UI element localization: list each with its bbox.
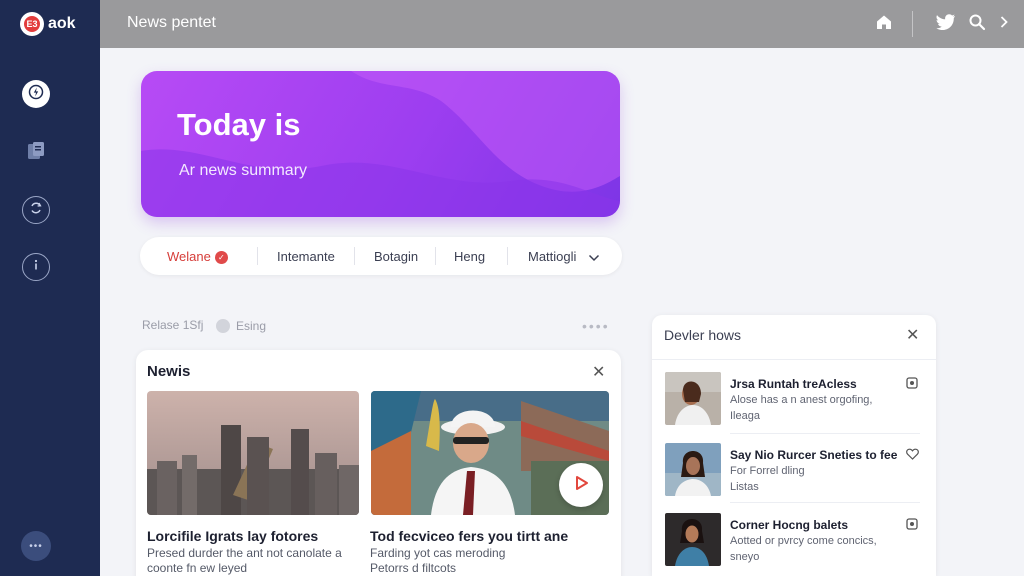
news-card-title: Newis bbox=[147, 363, 191, 380]
close-icon[interactable]: ✕ bbox=[592, 362, 605, 382]
bookmark-icon[interactable] bbox=[905, 517, 919, 531]
list-item[interactable]: Jrsa Runtah treAcless Alose has a n anes… bbox=[665, 372, 923, 428]
release-label: Relase 1Sfj bbox=[142, 318, 204, 332]
info-icon bbox=[29, 258, 43, 277]
sidebar-item-articles[interactable] bbox=[22, 139, 50, 167]
user-avatar-button[interactable]: ••• bbox=[21, 531, 51, 561]
brand-logo: E3 bbox=[20, 12, 44, 36]
top-bar: News pentet bbox=[100, 0, 1024, 48]
page-title: News pentet bbox=[127, 14, 216, 31]
home-button[interactable] bbox=[874, 14, 894, 34]
list-item-text: Listas bbox=[730, 481, 759, 493]
toolbar-divider bbox=[912, 11, 913, 37]
tab-divider bbox=[257, 247, 258, 265]
panel-title: Devler hows bbox=[664, 327, 742, 343]
tab-label: Mattiogli bbox=[528, 249, 577, 264]
article-title[interactable]: Tod fecviceo fers you tirtt ane bbox=[370, 528, 568, 544]
hero-banner[interactable]: Today is Ar news summary bbox=[141, 71, 620, 217]
article-thumbnail-city[interactable] bbox=[147, 391, 359, 515]
city-skyline-image bbox=[147, 391, 359, 515]
heart-icon[interactable] bbox=[905, 447, 919, 461]
list-divider bbox=[730, 502, 920, 503]
search-icon bbox=[968, 13, 986, 36]
list-item-title: Say Nio Rurcer Sneties to fee bbox=[730, 448, 898, 462]
side-news-panel: Devler hows ✕ Jrsa Runtah treAcless Alos… bbox=[652, 315, 936, 576]
more-icon: ••• bbox=[29, 540, 43, 552]
home-icon bbox=[875, 13, 893, 36]
list-item[interactable]: Corner Hocng balets Aotted or pvrcy come… bbox=[665, 513, 923, 569]
sidebar-item-info[interactable] bbox=[22, 253, 50, 281]
article-thumbnail-video[interactable] bbox=[371, 391, 609, 515]
sidebar-item-sources[interactable] bbox=[22, 196, 50, 224]
sidebar: E3 aok ••• bbox=[0, 0, 100, 576]
status-dot-icon bbox=[216, 319, 230, 333]
bolt-icon bbox=[28, 84, 44, 105]
tab-divider bbox=[435, 247, 436, 265]
list-item-text: Ileaga bbox=[730, 410, 760, 422]
news-card: Newis ✕ Lorcifile Igrats lay fotores Pre… bbox=[136, 350, 621, 576]
brand-logo-text: E3 bbox=[24, 16, 40, 32]
hero-title: Today is bbox=[177, 107, 301, 142]
list-item-title: Jrsa Runtah treAcless bbox=[730, 377, 857, 391]
chevron-right-icon bbox=[999, 15, 1009, 34]
tab-divider bbox=[507, 247, 508, 265]
tab-botagin[interactable]: Botagin bbox=[374, 249, 418, 264]
check-badge-icon: ✓ bbox=[214, 251, 228, 265]
next-button[interactable] bbox=[994, 14, 1014, 34]
brand-name: aok bbox=[48, 15, 76, 32]
play-icon bbox=[572, 474, 590, 497]
list-item-text: sneyo bbox=[730, 551, 760, 563]
play-button[interactable] bbox=[559, 463, 603, 507]
list-item[interactable]: Say Nio Rurcer Sneties to fee For Forrel… bbox=[665, 443, 923, 499]
tab-divider bbox=[354, 247, 355, 265]
twitter-button[interactable] bbox=[936, 13, 956, 36]
close-icon[interactable]: ✕ bbox=[906, 325, 919, 345]
list-divider bbox=[730, 433, 920, 434]
article-title[interactable]: Lorcifile Igrats lay fotores bbox=[147, 528, 318, 544]
search-button[interactable] bbox=[967, 14, 987, 34]
status-label: Esing bbox=[236, 319, 267, 333]
category-tabs: Welane ✓ Intemante Botagin Heng Mattiogli bbox=[140, 237, 622, 275]
list-item-thumbnail bbox=[665, 443, 721, 496]
list-item-text: Alose has a n anest orgofing, bbox=[730, 394, 873, 406]
article-summary: Farding yot cas meroding bbox=[370, 546, 506, 560]
sync-icon bbox=[29, 201, 43, 220]
hero-subtitle: Ar news summary bbox=[179, 162, 308, 179]
list-item-thumbnail bbox=[665, 513, 721, 566]
list-item-title: Corner Hocng balets bbox=[730, 518, 849, 532]
list-item-text: Aotted or pvrcy come concics, bbox=[730, 535, 877, 547]
hero-waves-graphic bbox=[141, 71, 620, 217]
more-options-icon[interactable]: •••• bbox=[582, 318, 610, 334]
tab-intemante[interactable]: Intemante bbox=[277, 249, 335, 264]
list-item-thumbnail bbox=[665, 372, 721, 425]
tab-welane[interactable]: Welane ✓ bbox=[167, 249, 228, 265]
list-item-text: For Forrel dling bbox=[730, 465, 805, 477]
tab-heng[interactable]: Heng bbox=[454, 249, 485, 264]
document-icon bbox=[25, 140, 47, 167]
twitter-icon bbox=[936, 13, 956, 36]
sidebar-item-dashboard[interactable] bbox=[22, 80, 50, 108]
brand[interactable]: E3 aok bbox=[0, 0, 100, 48]
tab-label: Welane bbox=[167, 249, 211, 264]
article-summary: Petorrs d filtcots bbox=[370, 561, 457, 575]
panel-divider bbox=[652, 359, 936, 360]
chevron-down-icon bbox=[588, 250, 600, 265]
article-summary: coonte fn ew leyed bbox=[147, 561, 248, 575]
bookmark-icon[interactable] bbox=[905, 376, 919, 390]
tab-mattiogli[interactable]: Mattiogli bbox=[528, 249, 600, 265]
article-summary: Presed durder the ant not canolate a bbox=[147, 546, 342, 560]
